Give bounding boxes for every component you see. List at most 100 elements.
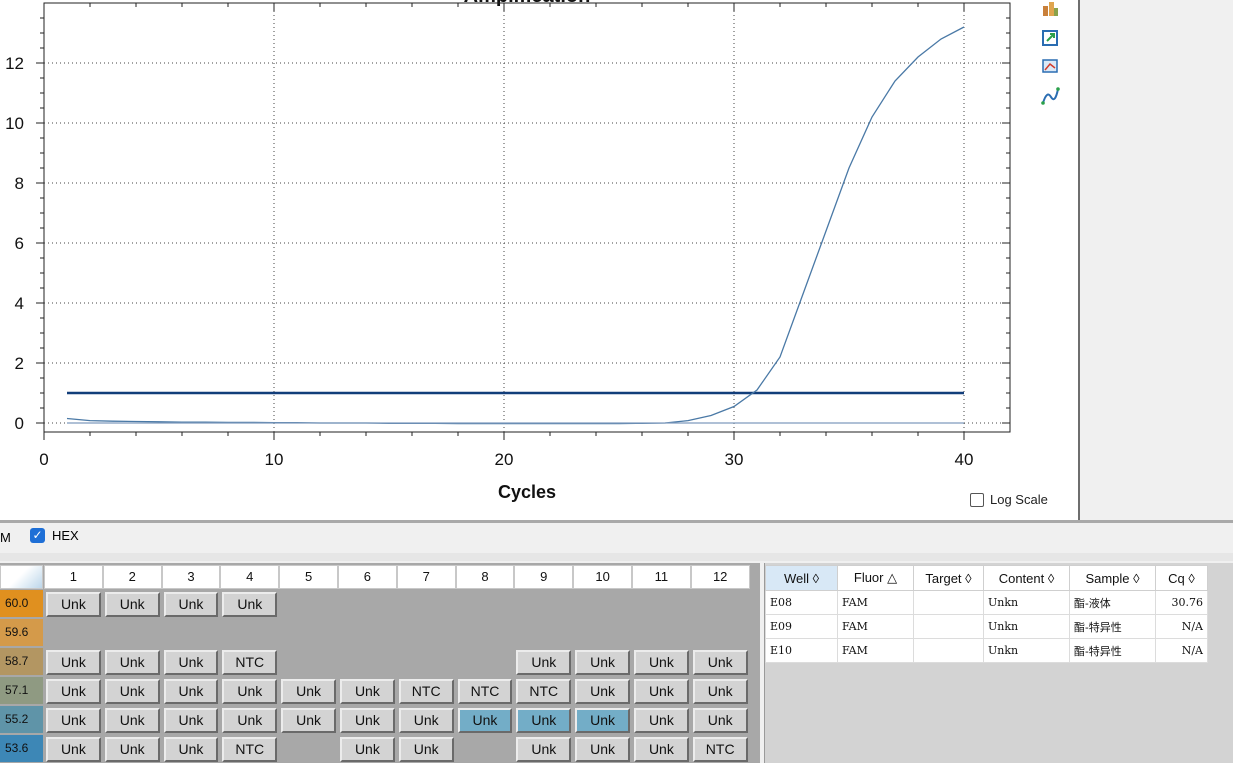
amplification-curve-1[interactable] (66, 26, 965, 425)
plate-well[interactable]: NTC (222, 737, 278, 762)
y-tick-label: 12 (5, 54, 24, 73)
plate-well[interactable]: Unk (575, 737, 630, 762)
table-column-header[interactable]: Fluor △ (837, 565, 914, 591)
x-tick-label: 30 (725, 450, 744, 469)
plate-well[interactable]: Unk (46, 592, 101, 617)
table-cell: 酯-特异性 (1069, 638, 1156, 663)
plate-well[interactable]: Unk (692, 679, 748, 704)
plate-well[interactable]: Unk (104, 592, 160, 617)
table-column-header[interactable]: Target ◊ (913, 565, 984, 591)
plate-well[interactable]: Unk (222, 708, 278, 733)
plate-grid: 1 2 3 4 5 6 7 8 9 10 11 12 60.0 Unk Unk Unk Unk 59.6 58.7 U… (0, 563, 760, 763)
y-tick-label: 2 (15, 354, 24, 373)
log-scale-checkbox[interactable]: Log Scale (970, 492, 1048, 507)
hex-checkbox[interactable]: ✓ HEX (30, 528, 79, 543)
plate-well[interactable]: NTC (398, 679, 454, 704)
table-column-header[interactable]: Sample ◊ (1069, 565, 1156, 591)
plate-well[interactable]: Unk (104, 650, 160, 675)
plate-well[interactable]: Unk (575, 650, 630, 675)
plate-well[interactable]: Unk (634, 737, 689, 762)
plate-column-header[interactable]: 4 (220, 565, 280, 589)
plate-column-header[interactable]: 5 (279, 565, 338, 589)
table-cell: N/A (1155, 614, 1208, 639)
plate-well[interactable]: Unk (104, 708, 160, 733)
plate-well[interactable]: Unk (516, 650, 572, 675)
plate-row-header[interactable]: 59.6 (0, 619, 43, 646)
plate-well[interactable]: Unk (634, 708, 689, 733)
table-column-header[interactable]: Cq ◊ (1155, 565, 1208, 591)
select-all-corner[interactable] (0, 565, 43, 589)
fluor-selector-bar: M ✓ HEX (0, 523, 1233, 553)
plate-well[interactable]: Unk (516, 737, 572, 762)
plate-well[interactable]: Unk (222, 592, 278, 617)
table-column-header[interactable]: Content ◊ (983, 565, 1070, 591)
plate-well[interactable]: Unk (575, 708, 630, 733)
plate-well[interactable]: Unk (163, 708, 219, 733)
table-cell (913, 638, 984, 663)
plate-column-header[interactable]: 1 (44, 565, 103, 589)
plate-column-header[interactable]: 9 (514, 565, 574, 589)
y-tick-label: 4 (15, 294, 24, 313)
y-tick-label: 10 (5, 114, 24, 133)
plate-column-header[interactable]: 7 (396, 565, 456, 589)
plate-well[interactable]: Unk (163, 592, 219, 617)
log-scale-label: Log Scale (990, 492, 1048, 507)
right-panel (1078, 0, 1233, 520)
curve-icon[interactable] (1040, 86, 1060, 106)
plate-column-header[interactable]: 12 (690, 565, 750, 589)
table-cell: N/A (1155, 638, 1208, 663)
chart-settings-icon[interactable] (1040, 0, 1060, 18)
plate-column-header[interactable]: 2 (102, 565, 162, 589)
plate-column-header[interactable]: 11 (632, 565, 691, 589)
export-icon[interactable] (1040, 28, 1060, 48)
table-row[interactable]: E10 FAM Unkn 酯-特异性 N/A (765, 638, 1208, 663)
plate-well[interactable]: Unk (575, 679, 630, 704)
plate-well[interactable]: Unk (692, 708, 748, 733)
table-row[interactable]: E08 FAM Unkn 酯-液体 30.76 (765, 590, 1208, 615)
plate-well[interactable]: Unk (398, 737, 454, 762)
plate-well[interactable]: Unk (104, 737, 160, 762)
plate-well[interactable]: Unk (340, 708, 395, 733)
y-tick-label: 8 (15, 174, 24, 193)
toolbar-strip (0, 553, 1233, 561)
table-cell: 酯-液体 (1069, 590, 1156, 615)
plate-well[interactable]: Unk (516, 708, 572, 733)
plate-row-header[interactable]: 57.1 (0, 677, 43, 704)
plate-well[interactable]: Unk (46, 679, 101, 704)
plate-row-header[interactable]: 55.2 (0, 706, 43, 733)
plate-well[interactable]: NTC (692, 737, 748, 762)
plate-row-header[interactable]: 60.0 (0, 590, 43, 617)
plate-well[interactable]: Unk (222, 679, 278, 704)
plate-well[interactable]: NTC (516, 679, 572, 704)
plate-well[interactable]: Unk (634, 679, 689, 704)
plate-well[interactable]: Unk (281, 708, 336, 733)
fam-label[interactable]: M (0, 530, 11, 545)
plate-well[interactable]: NTC (222, 650, 278, 675)
plate-well[interactable]: Unk (46, 708, 101, 733)
plate-well[interactable]: Unk (340, 737, 395, 762)
plate-well[interactable]: Unk (46, 650, 101, 675)
plate-well[interactable]: Unk (340, 679, 395, 704)
plate-column-header[interactable]: 6 (338, 565, 397, 589)
plate-well[interactable]: Unk (281, 679, 336, 704)
plate-row-header[interactable]: 53.6 (0, 735, 43, 762)
plate-well[interactable]: Unk (457, 708, 513, 733)
table-column-header[interactable]: Well ◊ (765, 565, 838, 591)
plate-well[interactable]: Unk (46, 737, 101, 762)
plate-well[interactable]: NTC (457, 679, 513, 704)
plate-column-header[interactable]: 3 (161, 565, 221, 589)
table-cell: E09 (765, 614, 838, 639)
plate-well[interactable]: Unk (163, 679, 219, 704)
checkbox-box[interactable] (970, 492, 984, 507)
plate-well[interactable]: Unk (104, 679, 160, 704)
plate-well[interactable]: Unk (163, 737, 219, 762)
plate-column-header[interactable]: 10 (573, 565, 632, 589)
edit-graph-icon[interactable] (1040, 56, 1060, 76)
table-row[interactable]: E09 FAM Unkn 酯-特异性 N/A (765, 614, 1208, 639)
plate-row-header[interactable]: 58.7 (0, 648, 43, 675)
plate-well[interactable]: Unk (692, 650, 748, 675)
plate-well[interactable]: Unk (398, 708, 454, 733)
plate-well[interactable]: Unk (634, 650, 689, 675)
plate-column-header[interactable]: 8 (455, 565, 515, 589)
plate-well[interactable]: Unk (163, 650, 219, 675)
